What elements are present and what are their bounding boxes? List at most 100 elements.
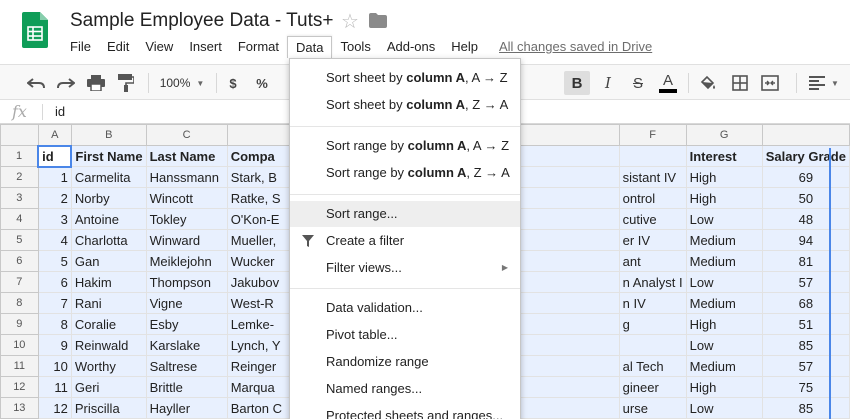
data-validation[interactable]: Data validation... — [290, 295, 520, 321]
bold-button[interactable]: B — [564, 71, 590, 95]
table-cell[interactable]: 85 — [761, 397, 850, 419]
row-header[interactable]: 8 — [0, 292, 39, 314]
table-cell[interactable]: Carmelita — [70, 166, 147, 188]
table-cell[interactable]: 57 — [761, 355, 850, 377]
table-cell[interactable]: Geri — [70, 376, 147, 398]
table-cell[interactable]: High — [685, 313, 763, 335]
table-cell[interactable]: Charlotta — [70, 229, 147, 251]
table-cell[interactable]: 4 — [37, 229, 72, 251]
sort-sheet-a-z[interactable]: Sort sheet by column A, A → Z — [290, 65, 520, 91]
sort-range-dialog[interactable]: Sort range... — [290, 201, 520, 227]
table-cell[interactable]: Salary Grade — [761, 145, 850, 167]
table-cell[interactable]: 10 — [37, 355, 72, 377]
column-header-c[interactable]: C — [145, 124, 228, 146]
table-cell[interactable]: g — [618, 313, 687, 335]
row-header[interactable]: 2 — [0, 166, 39, 188]
table-cell[interactable]: ontrol — [618, 187, 687, 209]
table-cell[interactable]: 9 — [37, 334, 72, 356]
table-cell[interactable]: Worthy — [70, 355, 147, 377]
fill-color-icon[interactable] — [696, 71, 720, 95]
column-header-f[interactable]: F — [618, 124, 687, 146]
undo-icon[interactable] — [24, 71, 48, 95]
table-cell[interactable]: Low — [685, 334, 763, 356]
table-cell[interactable]: Saltrese — [145, 355, 228, 377]
menu-addons[interactable]: Add-ons — [379, 36, 443, 58]
document-title[interactable]: Sample Employee Data - Tuts+ — [70, 10, 334, 32]
table-cell[interactable]: High — [685, 166, 763, 188]
table-cell[interactable]: 11 — [37, 376, 72, 398]
menu-help[interactable]: Help — [443, 36, 486, 58]
pivot-table[interactable]: Pivot table... — [290, 322, 520, 348]
table-cell[interactable]: Lynch, Y — [226, 334, 298, 356]
table-cell[interactable]: Reinwald — [70, 334, 147, 356]
table-cell[interactable]: 5 — [37, 250, 72, 272]
table-cell[interactable]: 48 — [761, 208, 850, 230]
table-cell[interactable]: er IV — [618, 229, 687, 251]
table-cell[interactable]: First Name — [70, 145, 147, 167]
row-header[interactable]: 3 — [0, 187, 39, 209]
table-cell[interactable]: 85 — [761, 334, 850, 356]
row-header[interactable]: 1 — [0, 145, 39, 167]
table-cell[interactable]: 50 — [761, 187, 850, 209]
filter-views[interactable]: Filter views... ▶ — [290, 255, 520, 281]
table-cell[interactable]: Barton C — [226, 397, 298, 419]
table-cell[interactable]: Low — [685, 208, 763, 230]
borders-icon[interactable] — [728, 71, 752, 95]
table-cell[interactable]: Esby — [145, 313, 228, 335]
table-cell[interactable]: id — [37, 144, 73, 168]
menu-file[interactable]: File — [62, 36, 99, 58]
table-cell[interactable]: Winward — [145, 229, 228, 251]
row-header[interactable]: 5 — [0, 229, 39, 251]
randomize-range[interactable]: Randomize range — [290, 349, 520, 375]
table-cell[interactable]: Jakubov — [226, 271, 298, 293]
column-header-b[interactable]: B — [70, 124, 147, 146]
table-cell[interactable]: 68 — [761, 292, 850, 314]
table-cell[interactable]: Last Name — [145, 145, 228, 167]
table-cell[interactable]: Antoine — [70, 208, 147, 230]
protected-sheets[interactable]: Protected sheets and ranges... — [290, 403, 520, 419]
table-cell[interactable]: 2 — [37, 187, 72, 209]
table-cell[interactable]: 3 — [37, 208, 72, 230]
table-cell[interactable]: Marqua — [226, 376, 298, 398]
table-cell[interactable]: Meiklejohn — [145, 250, 228, 272]
table-cell[interactable]: Reinger — [226, 355, 298, 377]
align-left-icon[interactable]: ▼ — [806, 71, 842, 95]
table-cell[interactable]: n IV — [618, 292, 687, 314]
select-all-corner[interactable] — [0, 124, 39, 146]
star-icon[interactable]: ☆ — [341, 9, 359, 34]
table-cell[interactable]: al Tech — [618, 355, 687, 377]
currency-format-button[interactable]: $ — [222, 71, 244, 95]
menu-tools[interactable]: Tools — [332, 36, 378, 58]
table-cell[interactable]: 6 — [37, 271, 72, 293]
table-cell[interactable]: Low — [685, 271, 763, 293]
row-header[interactable]: 11 — [0, 355, 39, 377]
merge-cells-icon[interactable] — [758, 71, 782, 95]
text-color-button[interactable]: A — [656, 71, 680, 95]
table-cell[interactable] — [618, 145, 687, 167]
column-header-h[interactable] — [761, 124, 850, 146]
table-cell[interactable]: High — [685, 376, 763, 398]
percent-format-button[interactable]: % — [251, 71, 273, 95]
table-cell[interactable]: Hayller — [145, 397, 228, 419]
row-header[interactable]: 6 — [0, 250, 39, 272]
table-cell[interactable]: sistant IV — [618, 166, 687, 188]
table-cell[interactable]: Brittle — [145, 376, 228, 398]
row-header[interactable]: 13 — [0, 397, 39, 419]
table-cell[interactable]: High — [685, 187, 763, 209]
menu-insert[interactable]: Insert — [181, 36, 230, 58]
table-cell[interactable]: Hanssmann — [145, 166, 228, 188]
table-cell[interactable]: 7 — [37, 292, 72, 314]
menu-view[interactable]: View — [137, 36, 181, 58]
sort-range-a-z[interactable]: Sort range by column A, A → Z — [290, 133, 520, 159]
italic-button[interactable]: I — [596, 71, 620, 95]
create-filter[interactable]: Create a filter — [290, 228, 520, 254]
table-cell[interactable]: 94 — [761, 229, 850, 251]
table-cell[interactable]: Vigne — [145, 292, 228, 314]
table-cell[interactable]: Norby — [70, 187, 147, 209]
table-cell[interactable]: gineer — [618, 376, 687, 398]
column-header-g[interactable]: G — [685, 124, 763, 146]
formula-input[interactable]: id — [55, 104, 65, 119]
strikethrough-button[interactable]: S — [626, 71, 650, 95]
save-status-link[interactable]: All changes saved in Drive — [499, 39, 652, 54]
table-cell[interactable]: Coralie — [70, 313, 147, 335]
